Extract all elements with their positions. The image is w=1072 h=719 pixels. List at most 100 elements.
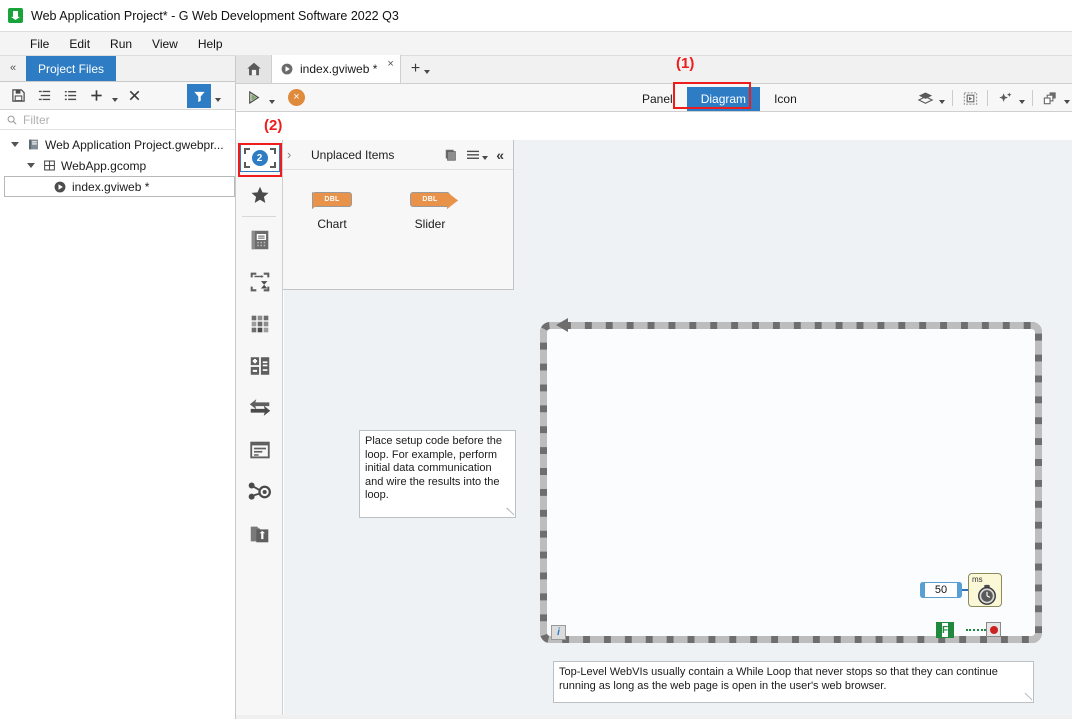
- boolean-false-constant[interactable]: F: [936, 622, 955, 638]
- unplaced-items-button-inner[interactable]: 2: [239, 144, 280, 172]
- search-icon: [7, 115, 17, 124]
- collapse-left-icon[interactable]: «: [0, 55, 26, 81]
- add-icon[interactable]: [84, 84, 108, 108]
- tab-project-files[interactable]: Project Files: [26, 56, 117, 81]
- document-tab-label: index.gviweb *: [300, 62, 378, 76]
- filter-input[interactable]: Filter: [23, 113, 50, 127]
- tree-item-webapp[interactable]: WebApp.gcomp: [0, 155, 235, 176]
- add-chevron-down-icon[interactable]: [110, 84, 120, 108]
- save-icon[interactable]: [6, 84, 30, 108]
- palette-item-execution-structures[interactable]: [236, 261, 283, 303]
- comparison-icon: [249, 399, 270, 416]
- filter-funnel-icon[interactable]: [187, 84, 211, 108]
- chart-terminal-datatype: DBL: [324, 196, 340, 203]
- tree-item-index-gviweb[interactable]: index.gviweb *: [4, 176, 235, 197]
- setup-comment[interactable]: Place setup code before the loop. For ex…: [359, 430, 516, 518]
- unplaced-items-button[interactable]: 2: [236, 140, 283, 176]
- iteration-terminal[interactable]: i: [551, 625, 566, 640]
- bottom-comment[interactable]: Top-Level WebVIs usually contain a While…: [553, 661, 1034, 703]
- chevron-down-icon[interactable]: [24, 163, 38, 168]
- abort-icon[interactable]: ×: [288, 89, 305, 106]
- arrange-chevron-down-icon[interactable]: [1062, 86, 1072, 110]
- favorites-star-icon: [250, 186, 269, 203]
- menu-bar: File Edit Run View Help: [0, 32, 1072, 56]
- array-matrix-icon: [251, 315, 268, 333]
- hamburger-menu-icon[interactable]: [466, 149, 480, 161]
- tab-project-files-label: Project Files: [38, 61, 105, 76]
- unplaced-item-chart[interactable]: DBL Chart: [301, 192, 363, 231]
- palette-item-cluster[interactable]: [236, 471, 283, 513]
- menu-item-edit[interactable]: Edit: [59, 34, 100, 54]
- g-web-logo-icon: [8, 8, 23, 23]
- project-files-pane: « Project Files Filter Web Application P…: [0, 56, 236, 719]
- tab-icon[interactable]: Icon: [760, 87, 811, 111]
- layers-icon[interactable]: [913, 86, 937, 110]
- while-loop[interactable]: [540, 322, 1042, 643]
- tab-icon-label: Icon: [774, 92, 797, 106]
- wait-ms-node[interactable]: ms: [968, 573, 1002, 607]
- abort-label: ×: [293, 91, 300, 103]
- menu-item-file[interactable]: File: [20, 34, 59, 54]
- palette-rail: 2: [236, 140, 283, 719]
- menu-item-view[interactable]: View: [142, 34, 188, 54]
- menu-chevron-down-icon[interactable]: [482, 155, 489, 160]
- web-resource-icon: [250, 526, 268, 543]
- cleanup-chevron-down-icon[interactable]: [1017, 86, 1027, 110]
- chevron-right-icon[interactable]: ›: [287, 147, 303, 162]
- toolbar-divider: [952, 90, 953, 106]
- arrange-icon[interactable]: [1038, 86, 1062, 110]
- unplaced-items-panel: › Unplaced Items « DBL Chart DBL Slider: [283, 140, 514, 290]
- stack-icon[interactable]: [444, 148, 458, 162]
- run-chevron-down-icon[interactable]: [269, 99, 275, 104]
- run-arrow-icon[interactable]: [242, 86, 266, 110]
- tree-item-index-label: index.gviweb *: [72, 179, 150, 194]
- wire-false-to-stop-terminal: [966, 629, 986, 631]
- wait-constant[interactable]: 50: [920, 582, 962, 598]
- stop-terminal[interactable]: [986, 622, 1001, 637]
- chevron-down-icon[interactable]: [8, 142, 22, 147]
- tree-item-webapp-label: WebApp.gcomp: [61, 158, 147, 173]
- stop-sign-icon: [989, 625, 998, 634]
- project-tree: Web Application Project.gwebpr... WebApp…: [0, 130, 235, 197]
- loop-border-pattern: [540, 322, 1042, 643]
- palette-item-web-resource[interactable]: [236, 513, 283, 555]
- filter-chevron-down-icon[interactable]: [213, 84, 223, 108]
- palette-item-string[interactable]: [236, 429, 283, 471]
- chart-terminal-icon: DBL: [312, 192, 352, 207]
- remove-icon[interactable]: [122, 84, 146, 108]
- palette-item-favorites[interactable]: [236, 176, 283, 214]
- home-tab-button[interactable]: [236, 55, 272, 83]
- select-area-icon[interactable]: [958, 86, 982, 110]
- data-storage-icon: [251, 230, 268, 250]
- loop-direction-arrow-icon: [556, 318, 568, 332]
- layers-chevron-down-icon[interactable]: [937, 86, 947, 110]
- project-pane-toolbar: [0, 82, 235, 110]
- stopwatch-icon: [978, 584, 996, 605]
- tab-diagram[interactable]: Diagram: [686, 87, 761, 111]
- application-window: Web Application Project* - G Web Develop…: [0, 0, 1072, 719]
- horizontal-scrollbar[interactable]: [236, 715, 1072, 719]
- unplaced-item-chart-label: Chart: [317, 217, 347, 231]
- menu-item-run[interactable]: Run: [100, 34, 142, 54]
- expand-all-icon[interactable]: [32, 84, 56, 108]
- tab-panel[interactable]: Panel: [628, 87, 687, 111]
- close-icon[interactable]: ×: [387, 58, 393, 70]
- project-icon: [29, 139, 38, 150]
- tree-item-project[interactable]: Web Application Project.gwebpr...: [0, 134, 235, 155]
- double-chevron-left-icon[interactable]: «: [496, 147, 504, 163]
- document-tab-index-gviweb[interactable]: index.gviweb * ×: [272, 55, 401, 83]
- chevron-down-icon[interactable]: [424, 70, 431, 74]
- list-view-icon[interactable]: [58, 84, 82, 108]
- unplaced-items-title: Unplaced Items: [311, 147, 395, 162]
- palette-item-data-storage[interactable]: [236, 219, 283, 261]
- filter-input-row[interactable]: Filter: [0, 110, 235, 130]
- palette-item-comparison[interactable]: [236, 387, 283, 429]
- tab-diagram-label: Diagram: [700, 92, 747, 106]
- palette-item-numeric[interactable]: [236, 345, 283, 387]
- home-icon: [246, 62, 261, 76]
- cleanup-sparkle-icon[interactable]: [993, 86, 1017, 110]
- unplaced-item-slider[interactable]: DBL Slider: [399, 192, 461, 231]
- menu-item-help[interactable]: Help: [188, 34, 233, 54]
- add-tab-button[interactable]: +: [401, 55, 440, 83]
- palette-item-array-matrix[interactable]: [236, 303, 283, 345]
